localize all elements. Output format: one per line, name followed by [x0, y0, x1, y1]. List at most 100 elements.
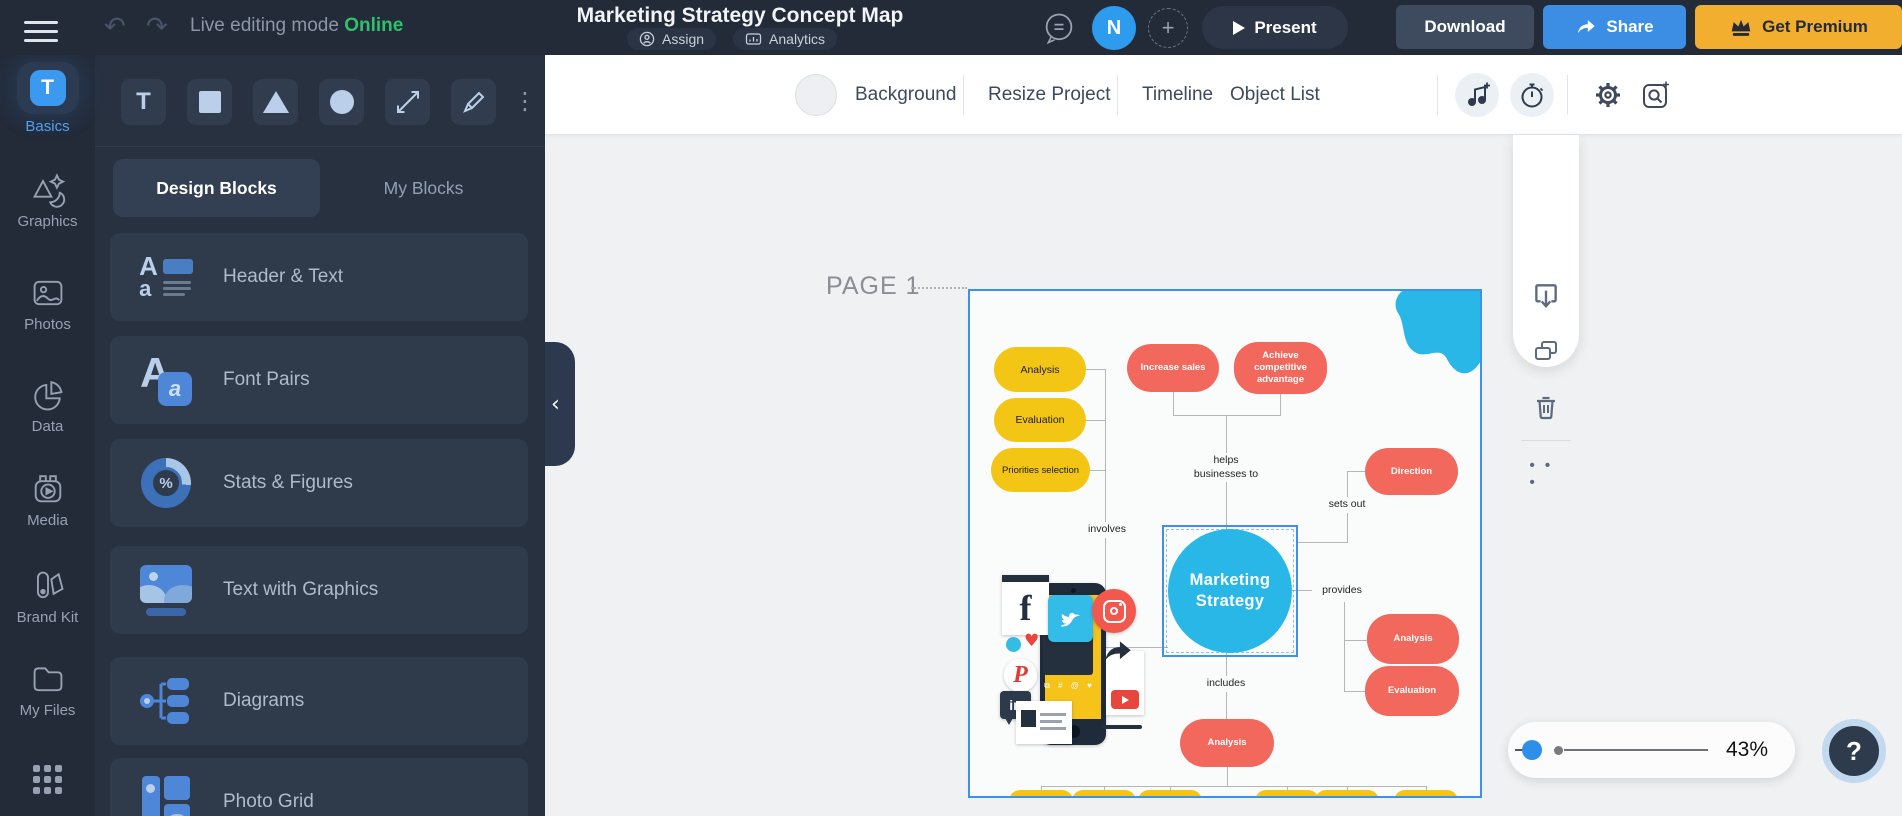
- sidebar-item-photos[interactable]: Photos: [0, 274, 95, 333]
- square-tool-button[interactable]: [187, 79, 232, 125]
- block-header-text[interactable]: A a Header & Text: [110, 233, 528, 321]
- map-label-includes[interactable]: includes: [1203, 676, 1249, 692]
- tab-design-blocks[interactable]: Design Blocks: [113, 159, 320, 217]
- canvas-area[interactable]: PAGE 1 Analysis Evaluation Priorities se…: [545, 135, 1902, 816]
- block-text-with-graphics[interactable]: Text with Graphics: [110, 546, 528, 634]
- block-font-pairs[interactable]: Aa Font Pairs: [110, 336, 528, 424]
- text-tool-button[interactable]: T: [121, 79, 166, 125]
- pinterest-icon: P: [1004, 659, 1037, 692]
- map-label-provides[interactable]: provides: [1319, 583, 1365, 599]
- sidebar-item-label: Brand Kit: [16, 609, 79, 626]
- duplicate-icon[interactable]: [1532, 339, 1560, 365]
- map-node-center[interactable]: Marketing Strategy: [1168, 529, 1292, 653]
- percent-glyph: %: [150, 467, 182, 499]
- sidebar-item-basics[interactable]: T Basics: [0, 62, 95, 135]
- download-object-icon[interactable]: [1532, 281, 1560, 311]
- timer-button[interactable]: [1510, 73, 1554, 117]
- sidebar-item-graphics[interactable]: Graphics: [0, 171, 95, 230]
- collapse-panel-button[interactable]: ‹: [545, 342, 575, 466]
- sidebar-item-brand-kit[interactable]: Brand Kit: [0, 567, 95, 626]
- social-media-illustration[interactable]: ⧉#@♥ f ♥ P in: [1000, 573, 1148, 751]
- shapes-icon: [32, 173, 65, 208]
- add-music-button[interactable]: [1455, 73, 1499, 117]
- page-artboard[interactable]: Analysis Evaluation Priorities selection…: [968, 289, 1482, 798]
- analytics-button[interactable]: Analytics: [733, 28, 838, 50]
- zoom-slider-track[interactable]: [1564, 749, 1708, 751]
- block-label: Stats & Figures: [223, 472, 353, 493]
- sidebar-item-media[interactable]: Media: [0, 470, 95, 529]
- map-node-yellow-cut[interactable]: [1315, 790, 1379, 796]
- zoom-slider-thumb[interactable]: [1522, 740, 1542, 760]
- background-button[interactable]: Background: [855, 55, 956, 135]
- share-button[interactable]: Share: [1543, 5, 1686, 49]
- document-title[interactable]: Marketing Strategy Concept Map: [540, 4, 940, 28]
- get-premium-label: Get Premium: [1762, 17, 1868, 36]
- map-node-yellow[interactable]: Evaluation: [994, 398, 1086, 442]
- resize-project-button[interactable]: Resize Project: [988, 55, 1111, 135]
- undo-icon[interactable]: ↶: [104, 14, 126, 40]
- tab-my-blocks[interactable]: My Blocks: [320, 159, 527, 217]
- toolbar-divider: [1567, 75, 1568, 115]
- map-node-red[interactable]: Analysis: [1180, 719, 1274, 767]
- object-list-button[interactable]: Object List: [1230, 55, 1320, 135]
- corner-blob-shape[interactable]: [1362, 289, 1482, 391]
- triangle-tool-button[interactable]: [253, 79, 298, 125]
- block-diagrams[interactable]: Diagrams: [110, 657, 528, 745]
- map-node-red[interactable]: Achieve competitive advantage: [1234, 342, 1327, 394]
- user-avatar[interactable]: N: [1092, 6, 1136, 50]
- redo-icon[interactable]: ↷: [146, 14, 168, 40]
- block-label: Text with Graphics: [223, 579, 379, 600]
- delete-icon[interactable]: [1532, 393, 1560, 423]
- map-label-helps[interactable]: helps businesses to: [1190, 453, 1262, 483]
- help-button[interactable]: ?: [1822, 719, 1886, 783]
- sidebar-item-data[interactable]: Data: [0, 376, 95, 435]
- connector-line: [1298, 542, 1348, 543]
- map-node-yellow[interactable]: Analysis: [994, 347, 1086, 392]
- map-node-yellow-cut[interactable]: [1072, 790, 1136, 796]
- sidebar-item-apps[interactable]: [0, 765, 95, 794]
- map-node-yellow-cut[interactable]: [1394, 790, 1458, 796]
- stats-figures-icon: %: [136, 458, 196, 508]
- circle-tool-button[interactable]: [319, 79, 364, 125]
- crown-icon: [1731, 19, 1751, 36]
- sidebar-nav: T Basics Graphics Photos Data Media Bran…: [0, 55, 95, 816]
- top-bar: ↶ ↷ Live editing mode Online Marketing S…: [0, 0, 1902, 55]
- comments-icon[interactable]: [1041, 10, 1077, 46]
- chevron-left-icon: ‹: [551, 391, 560, 417]
- hamburger-menu-icon[interactable]: [24, 15, 58, 48]
- settings-button[interactable]: [1593, 80, 1623, 115]
- more-tools-icon[interactable]: ⋮: [513, 87, 537, 115]
- get-premium-button[interactable]: Get Premium: [1695, 5, 1902, 49]
- add-collaborator-button[interactable]: +: [1148, 8, 1188, 48]
- sidebar-item-my-files[interactable]: My Files: [0, 660, 95, 719]
- page-label[interactable]: PAGE 1: [826, 272, 920, 301]
- block-photo-grid[interactable]: Photo Grid: [110, 758, 528, 816]
- more-options-icon[interactable]: • • •: [1530, 457, 1563, 491]
- map-node-red[interactable]: Evaluation: [1365, 666, 1459, 716]
- map-node-yellow-cut[interactable]: [1009, 790, 1073, 796]
- share-curve-icon: [1105, 641, 1131, 661]
- line-arrow-icon: [396, 91, 419, 113]
- map-node-yellow-cut[interactable]: [1255, 790, 1319, 796]
- map-node-red[interactable]: Increase sales: [1127, 344, 1219, 392]
- background-color-swatch[interactable]: [795, 74, 837, 116]
- brand-kit-icon: [36, 571, 64, 599]
- map-node-yellow-cut[interactable]: [1138, 790, 1202, 796]
- map-label-sets-out[interactable]: sets out: [1325, 497, 1369, 513]
- timeline-button[interactable]: Timeline: [1142, 55, 1213, 135]
- gear-icon: [1596, 83, 1620, 107]
- line-tool-button[interactable]: [385, 79, 430, 125]
- connector-line: [1086, 369, 1106, 370]
- map-node-red[interactable]: Analysis: [1367, 614, 1459, 664]
- present-button[interactable]: Present: [1202, 6, 1348, 49]
- preview-search-button[interactable]: [1641, 80, 1671, 115]
- map-node-yellow[interactable]: Priorities selection: [991, 448, 1090, 492]
- toolbar-divider: [1117, 75, 1118, 115]
- pen-tool-button[interactable]: [451, 79, 496, 125]
- live-editing-status: Live editing mode Online: [190, 15, 403, 37]
- map-label-involves[interactable]: involves: [1085, 522, 1129, 538]
- download-button[interactable]: Download: [1396, 5, 1534, 49]
- assign-button[interactable]: Assign: [627, 28, 717, 50]
- block-stats-figures[interactable]: % Stats & Figures: [110, 439, 528, 527]
- map-node-red[interactable]: Direction: [1365, 448, 1458, 495]
